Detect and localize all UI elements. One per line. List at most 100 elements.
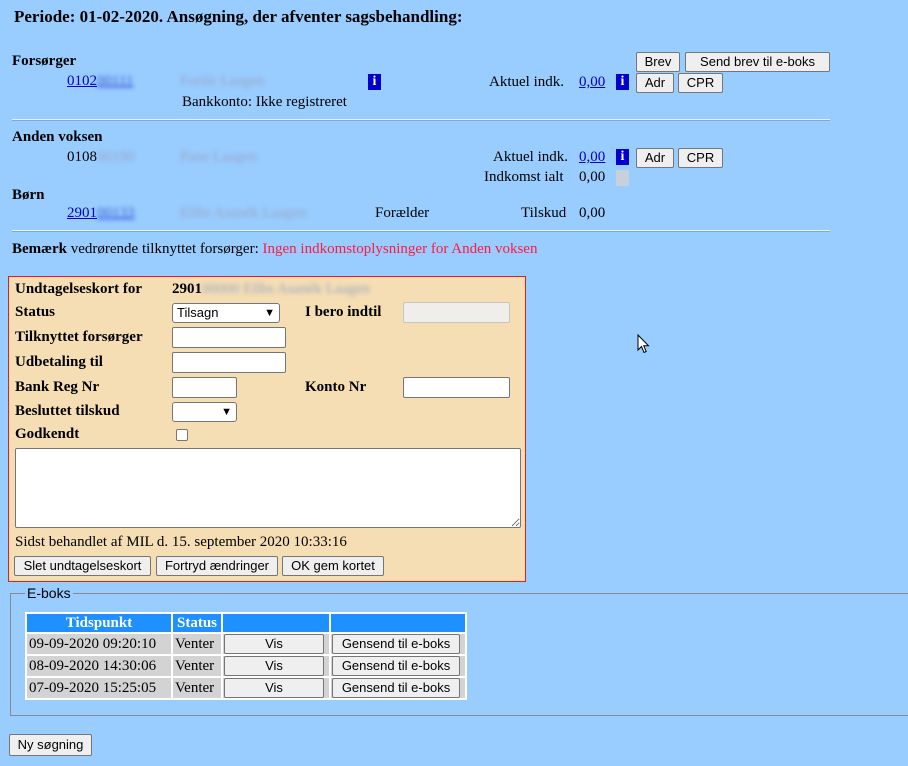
row-time: 09-09-2020 09:20:10 [27,634,171,654]
send-brev-eboks-button[interactable]: Send brev til e-boks [685,52,830,72]
chevron-down-icon: ▼ [264,307,275,319]
tilskud-label: Tilskud [521,205,567,221]
card-cpr-hidden: 00000 Ellbs Asanék Laagen [202,281,370,297]
card-cpr: 290100000 Ellbs Asanék Laagen [172,281,370,298]
row-vis-cell: Vis [223,656,330,676]
status-label: Status [15,304,56,320]
bemaerk-text: vedrørende tilknyttet forsørger: [70,241,259,257]
bankreg-input[interactable] [172,377,237,398]
anden-voksen-name: Pane Laagen [180,149,258,165]
ibero-label: I bero indtil [305,304,382,320]
bank-label: Bankkonto: [182,94,252,110]
row-status: Venter [173,634,222,654]
forsorger-cpr-link[interactable]: 010200111 [67,73,133,90]
row-gensend-cell: Gensend til e-boks [331,634,466,654]
anden-voksen-cpr-visible: 0108 [67,149,97,165]
status-select[interactable]: Tilsagn ▼ [172,303,280,323]
gensend-button[interactable]: Gensend til e-boks [332,634,461,654]
forsorger-adr-button[interactable]: Adr [636,73,674,93]
bemaerk-label: Bemærk [12,241,67,257]
forsorger-name: Forälr Laagen [180,73,265,89]
anden-voksen-aktuel-label: Aktuel indk. [493,149,568,165]
row-vis-cell: Vis [223,678,330,698]
bemaerk-line: Bemærk vedrørende tilknyttet forsørger: … [12,241,537,258]
vis-button[interactable]: Vis [224,678,325,698]
note-textarea[interactable] [15,448,521,528]
indkomst-placeholder-box [616,170,629,186]
ibero-input [403,302,510,323]
row-status: Venter [173,678,222,698]
ny-sogning-button[interactable]: Ny søgning [9,734,92,756]
gensend-button[interactable]: Gensend til e-boks [332,678,461,698]
fortryd-button[interactable]: Fortryd ændringer [156,556,278,576]
forsorger-cpr-hidden: 00111 [97,73,134,89]
mouse-cursor-icon [637,334,650,354]
forsorger-info-icon[interactable]: i [368,74,381,90]
konto-input[interactable] [403,377,510,398]
udbetaling-input[interactable] [172,352,286,373]
born-cpr-visible[interactable]: 2901 [67,205,97,221]
ok-gem-button[interactable]: OK gem kortet [282,556,384,576]
indkomst-label: Indkomst ialt [484,169,564,185]
vis-button[interactable]: Vis [224,656,325,676]
born-relation: Forælder [375,205,430,221]
godkendt-label: Godkendt [15,426,80,442]
anden-voksen-adr-button[interactable]: Adr [636,148,674,168]
gensend-button[interactable]: Gensend til e-boks [332,656,461,676]
row-time: 07-09-2020 15:25:05 [27,678,171,698]
forsorger-aktuel-link[interactable]: 0,00 [579,74,605,90]
divider [12,119,830,121]
anden-voksen-heading: Anden voksen [12,129,103,145]
header-tidspunkt: Tidspunkt [27,614,171,632]
page-title: Periode: 01-02-2020. Ansøgning, der afve… [14,7,463,26]
bemaerk-warning: Ingen indkomstoplysninger for Anden voks… [262,241,538,257]
bank-value: Ikke registreret [255,94,347,110]
last-handled: Sidst behandlet af MIL d. 15. september … [15,534,347,550]
chevron-down-icon: ▼ [221,406,232,418]
godkendt-checkbox[interactable] [176,429,188,441]
born-cpr-link[interactable]: 290100133 [67,205,135,222]
forsorger-heading: Forsørger [12,53,77,69]
tilskud-value: 0,00 [579,205,606,221]
status-select-value: Tilsagn [177,305,219,320]
card-cpr-visible: 2901 [172,281,202,297]
anden-voksen-cpr-hidden: 00190 [97,149,135,165]
anden-voksen-aktuel-link[interactable]: 0,00 [579,149,605,165]
forsorger-bank: Bankkonto: Ikke registreret [182,94,347,111]
forsorger-cpr-visible[interactable]: 0102 [67,73,97,89]
udbetaling-label: Udbetaling til [15,354,103,370]
indkomst-value: 0,00 [579,169,606,185]
tilknyttet-input[interactable] [172,327,286,348]
born-heading: Børn [12,187,45,203]
table-header-row: Tidspunkt Status [27,614,466,632]
born-name: Ellbs Asanék Laagen [180,205,307,221]
row-status: Venter [173,656,222,676]
anden-voksen-cpr-button[interactable]: CPR [678,148,723,168]
besluttet-label: Besluttet tilskud [15,403,120,419]
eboks-legend: E-boks [27,585,71,601]
born-cpr-hidden: 00133 [97,205,135,221]
forsorger-aktuel-info-icon[interactable]: i [616,74,629,90]
row-time: 08-09-2020 14:30:06 [27,656,171,676]
besluttet-select[interactable]: ▼ [172,402,237,422]
table-row: 09-09-2020 09:20:10 Venter Vis Gensend t… [27,634,466,654]
vis-button[interactable]: Vis [224,634,325,654]
row-gensend-cell: Gensend til e-boks [331,678,466,698]
table-row: 07-09-2020 15:25:05 Venter Vis Gensend t… [27,678,466,698]
forsorger-cpr-button[interactable]: CPR [678,73,723,93]
header-status: Status [173,614,222,632]
table-row: 08-09-2020 14:30:06 Venter Vis Gensend t… [27,656,466,676]
forsorger-aktuel-value[interactable]: 0,00 [579,74,605,91]
row-gensend-cell: Gensend til e-boks [331,656,466,676]
header-gensend [331,614,466,632]
anden-voksen-aktuel-value[interactable]: 0,00 [579,149,605,166]
eboks-table: Tidspunkt Status 09-09-2020 09:20:10 Ven… [25,612,468,700]
konto-label: Konto Nr [305,379,367,395]
slet-undtagelseskort-button[interactable]: Slet undtagelseskort [14,556,151,576]
divider [12,230,830,232]
brev-button[interactable]: Brev [636,52,680,72]
forsorger-aktuel-label: Aktuel indk. [489,74,564,90]
card-label: Undtagelseskort for [15,281,143,297]
anden-voksen-info-icon[interactable]: i [616,149,629,165]
anden-voksen-cpr: 010800190 [67,149,135,166]
